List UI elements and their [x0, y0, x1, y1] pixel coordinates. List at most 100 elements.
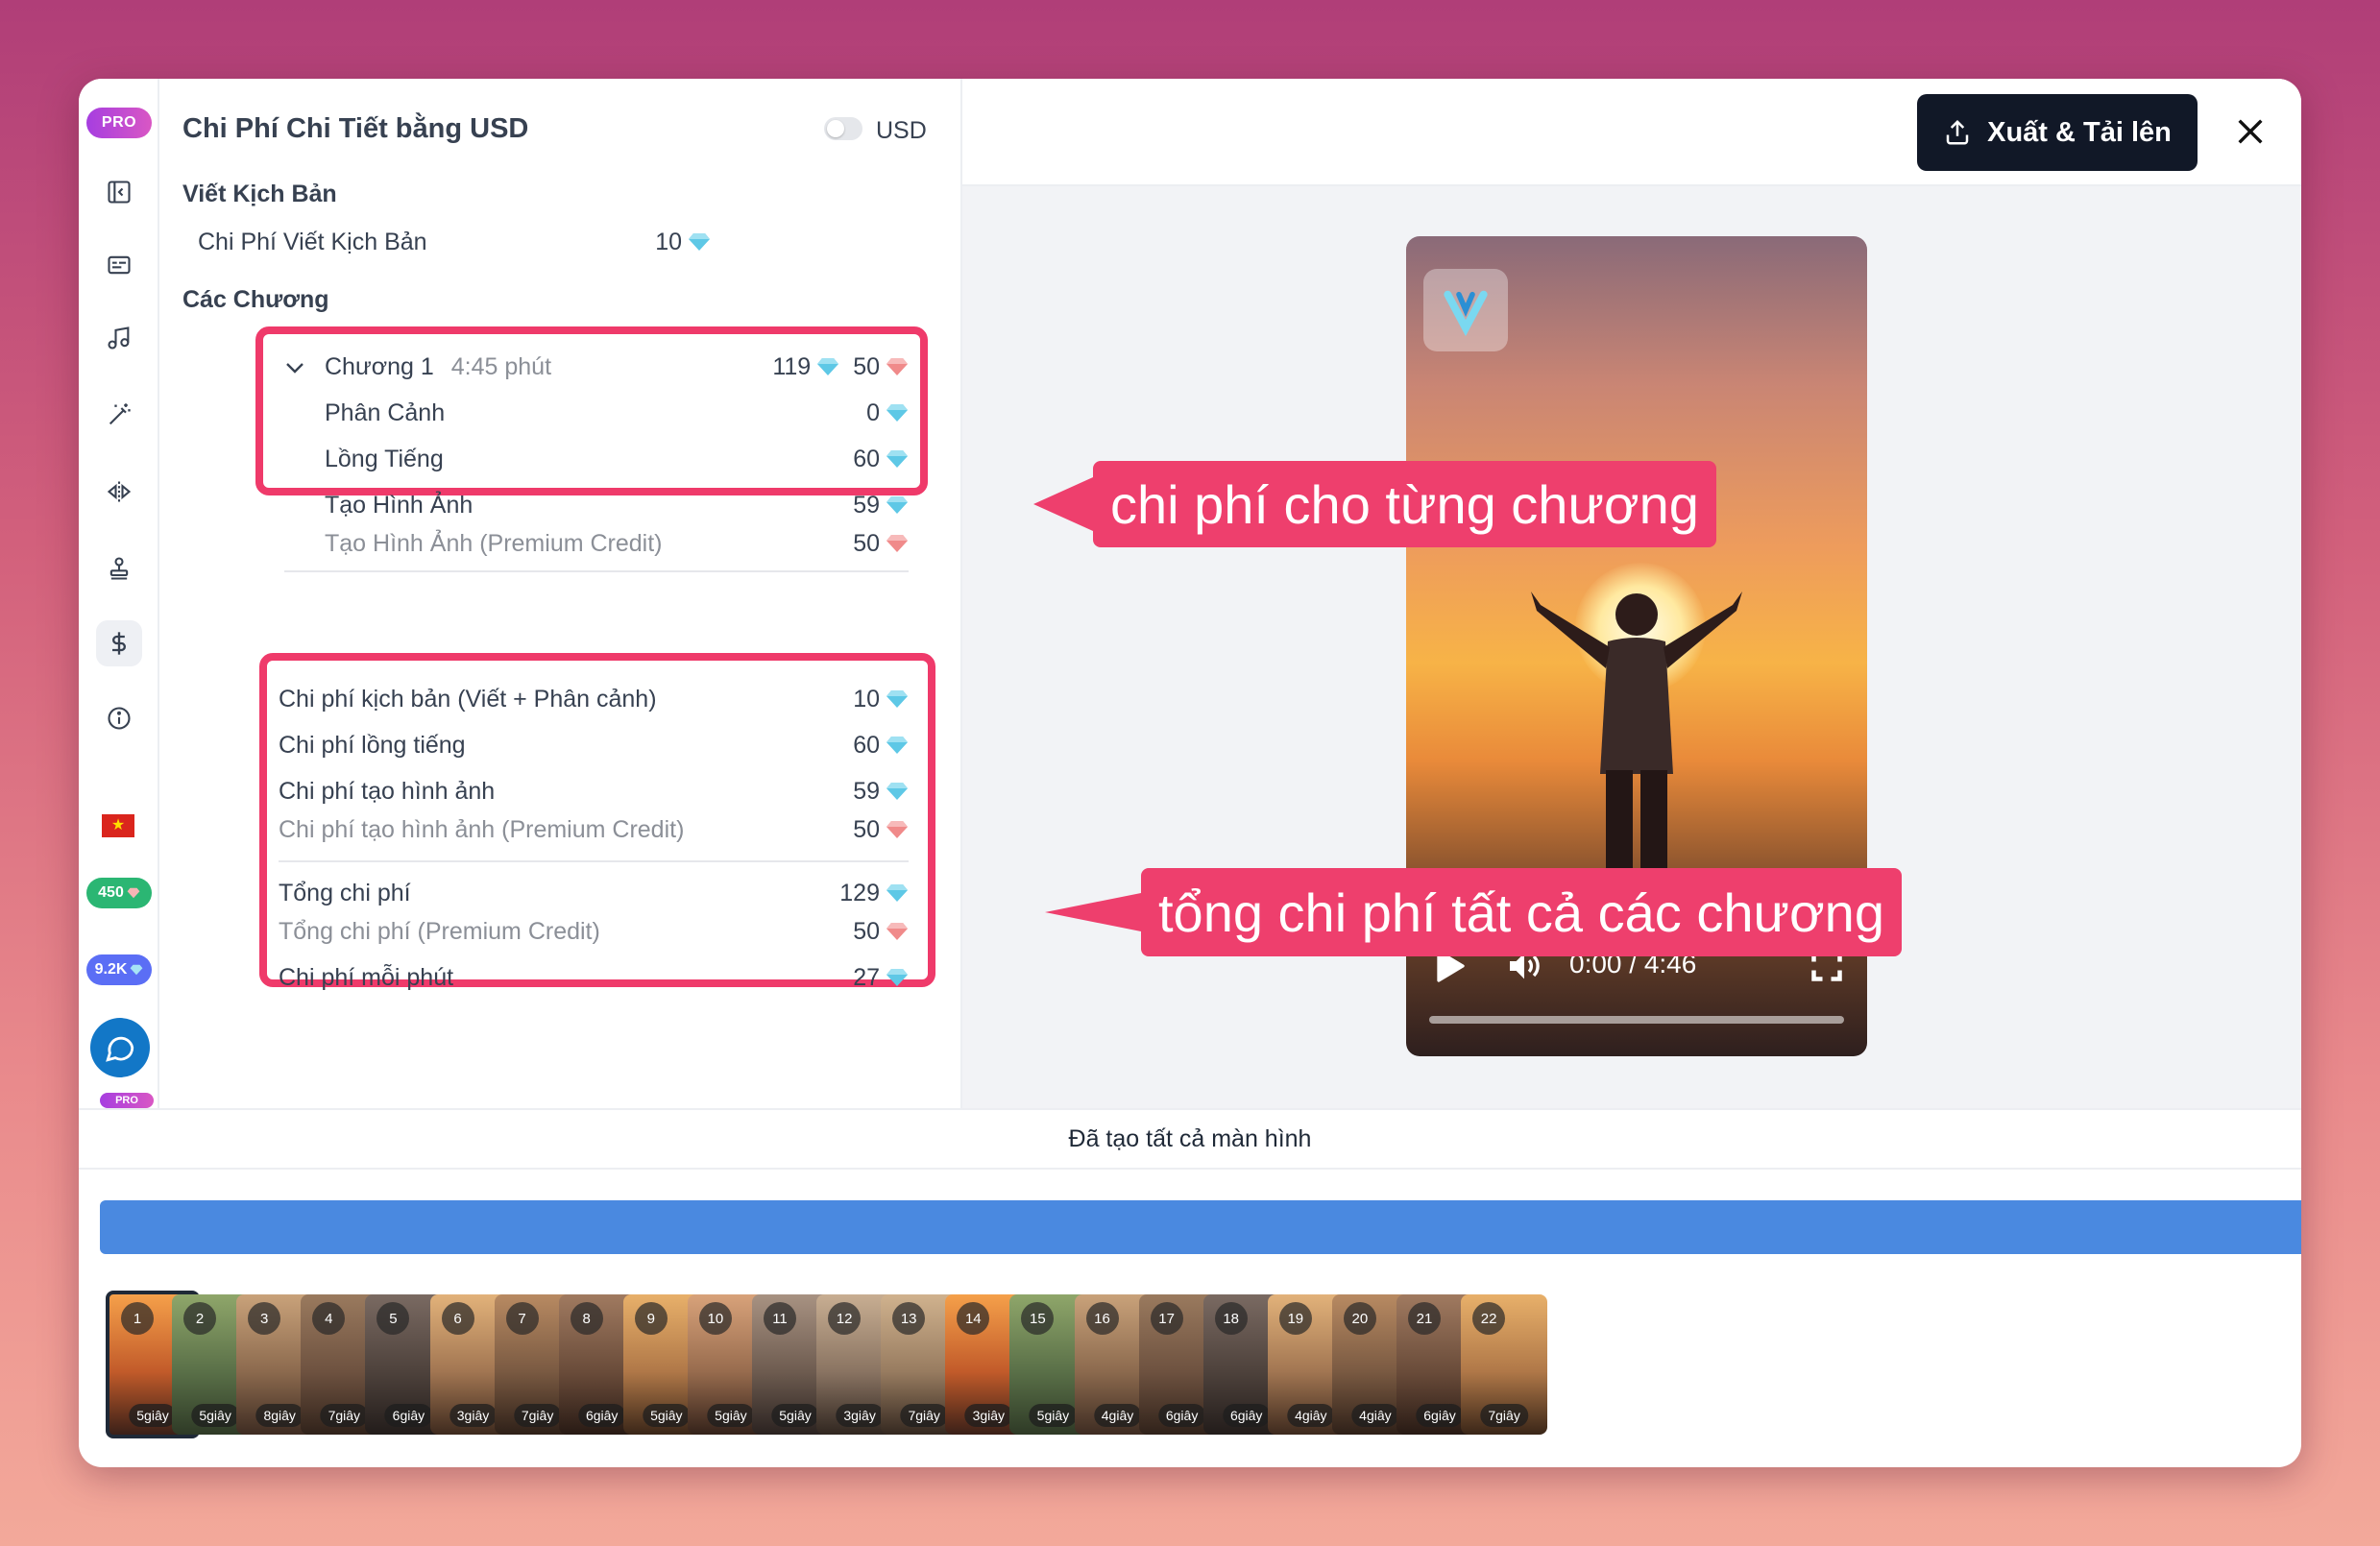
gem-icon: [886, 450, 908, 468]
scene-duration: 6giây: [1416, 1404, 1464, 1427]
row-value: 50: [853, 815, 880, 843]
row-value: 0: [866, 399, 880, 426]
scene-duration: 5giây: [707, 1404, 755, 1427]
scene-thumbnail[interactable]: 22 7giây: [1461, 1294, 1548, 1435]
scene-duration: 5giây: [643, 1404, 691, 1427]
credit-balance: 450: [98, 884, 124, 901]
scene-number: 10: [698, 1302, 732, 1335]
row-label: Tổng chi phí (Premium Credit): [279, 917, 600, 945]
chevron-down-icon[interactable]: [284, 361, 305, 374]
scene-duration: 6giây: [1222, 1404, 1271, 1427]
chat-icon: [106, 1036, 134, 1062]
scene-duration: 5giây: [1029, 1404, 1078, 1427]
icon-rail: PRO ★ 450 9.2K PRO: [79, 79, 159, 1108]
row-label: Chi phí tạo hình ảnh (Premium Credit): [279, 815, 685, 843]
gem-icon: [886, 884, 908, 902]
timeline-track[interactable]: [100, 1200, 2301, 1254]
export-label: Xuất & Tải lên: [1987, 116, 2172, 148]
gem-icon: [886, 783, 908, 800]
gem-icon: [689, 233, 710, 251]
row-label: Chi Phí Viết Kịch Bản: [198, 228, 427, 255]
scene-number: 19: [1278, 1302, 1312, 1335]
row-label: Chi phí tạo hình ảnh: [279, 777, 496, 805]
scene-number: 5: [376, 1302, 410, 1335]
scene-duration: 3giây: [449, 1404, 498, 1427]
scene-duration: 4giây: [1287, 1404, 1335, 1427]
scene-number: 22: [1472, 1302, 1506, 1335]
credit-balance-badge[interactable]: 450: [86, 878, 152, 908]
row-value: 27: [853, 963, 880, 991]
chapter-detail-row: Phân Cảnh 0: [325, 396, 909, 430]
pro-mini-badge: PRO: [100, 1093, 154, 1108]
total-row: Tổng chi phí 129: [279, 876, 909, 910]
scene-duration: 7giây: [900, 1404, 948, 1427]
panel-title: Chi Phí Chi Tiết bằng USD: [182, 113, 529, 144]
scene-number: 18: [1214, 1302, 1248, 1335]
row-value: 10: [853, 685, 880, 713]
total-cost-callout: tổng chi phí tất cả các chương: [1141, 868, 1902, 956]
scene-number: 2: [183, 1302, 217, 1335]
row-label: Chi phí kịch bản (Viết + Phân cảnh): [279, 685, 657, 713]
flip-icon[interactable]: [96, 469, 142, 515]
scene-number: 15: [1021, 1302, 1055, 1335]
pro-badge[interactable]: PRO: [86, 108, 152, 138]
scene-number: 8: [570, 1302, 603, 1335]
per-minute-row: Chi phí mỗi phút 27: [279, 960, 909, 995]
video-progress-bar[interactable]: [1429, 1016, 1844, 1024]
row-label: Lồng Tiếng: [325, 445, 444, 472]
row-value: 50: [853, 917, 880, 945]
music-icon[interactable]: [96, 315, 142, 361]
gem-icon: [130, 964, 143, 976]
premium-gem-icon: [886, 358, 908, 375]
captions-icon[interactable]: [96, 242, 142, 288]
scene-number: 3: [248, 1302, 281, 1335]
chapter-row[interactable]: Chương 1 4:45 phút 119 50: [284, 350, 909, 384]
premium-balance: 9.2K: [94, 961, 128, 978]
chapter-detail-row: Lồng Tiếng 60: [325, 442, 909, 476]
close-icon: [2238, 119, 2263, 144]
scene-number: 20: [1343, 1302, 1376, 1335]
gem-icon: [886, 690, 908, 708]
scene-number: 13: [892, 1302, 926, 1335]
scene-duration: 3giây: [836, 1404, 884, 1427]
chapter-detail-row-premium: Tạo Hình Ảnh (Premium Credit) 50: [325, 526, 909, 561]
export-upload-button[interactable]: Xuất & Tải lên: [1917, 94, 2198, 171]
divider: [279, 860, 909, 862]
cost-panel: Chi Phí Chi Tiết bằng USD USD Viết Kịch …: [159, 79, 962, 1108]
usd-toggle[interactable]: [824, 117, 862, 140]
row-value: 59: [853, 777, 880, 805]
gem-icon: [886, 496, 908, 514]
stamp-icon[interactable]: [96, 545, 142, 592]
scene-duration: 6giây: [577, 1404, 626, 1427]
scene-number: 21: [1408, 1302, 1441, 1335]
chapters-section-title: Các Chương: [182, 286, 329, 313]
premium-gem-icon: [886, 923, 908, 940]
chat-button[interactable]: [90, 1018, 150, 1077]
premium-gem-icon: [127, 887, 140, 899]
scene-duration: 7giây: [1480, 1404, 1528, 1427]
scene-number: 11: [764, 1302, 796, 1335]
row-label: Tổng chi phí: [279, 879, 411, 906]
close-button[interactable]: [2226, 108, 2274, 156]
divider: [284, 570, 909, 572]
chapter-title: Chương 1: [325, 352, 434, 380]
app-window: PRO ★ 450 9.2K PRO Chi Phí Chi Tiết bằng…: [79, 79, 2301, 1467]
scene-number: 16: [1085, 1302, 1119, 1335]
dollar-icon[interactable]: [96, 620, 142, 666]
gem-icon: [886, 737, 908, 754]
summary-row: Chi phí kịch bản (Viết + Phân cảnh) 10: [279, 682, 909, 716]
info-icon[interactable]: [96, 695, 142, 741]
vietnam-flag-icon[interactable]: ★: [102, 814, 134, 837]
summary-row: Chi phí lồng tiếng 60: [279, 728, 909, 762]
scene-duration: 4giây: [1093, 1404, 1142, 1427]
chapter-cost-callout: chi phí cho từng chương: [1093, 461, 1716, 547]
row-value: 129: [839, 879, 880, 906]
premium-gem-icon: [886, 535, 908, 552]
row-value: 10: [655, 228, 682, 255]
row-label: Chi phí mỗi phút: [279, 963, 454, 991]
collapse-sidebar-icon[interactable]: [96, 169, 142, 215]
premium-balance-badge[interactable]: 9.2K: [86, 954, 152, 985]
row-label: Phân Cảnh: [325, 399, 446, 426]
scene-number: 1: [121, 1302, 154, 1335]
magic-wand-icon[interactable]: [96, 392, 142, 438]
